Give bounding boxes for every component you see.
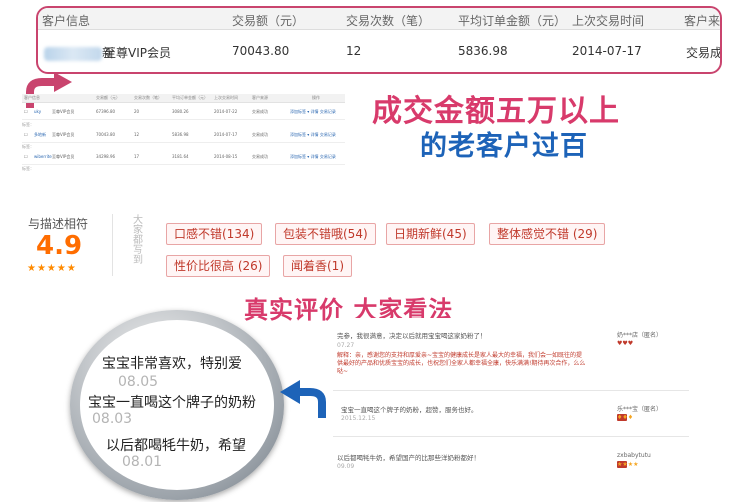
curved-arrow-icon [280,380,326,418]
review-text: 完参，我很满意，决定以后就用宝宝喝这家奶粉了！ [337,332,487,340]
seller-reply: 解释：亲，感谢您的支持和厚爱亲~宝宝的健康成长是家人最大的幸福，我们会一如既往的… [337,352,586,375]
review-list: 完参，我很满意，决定以后就用宝宝喝这家奶粉了！ 07.27 解释：亲，感谢您的支… [333,318,689,498]
review-tag[interactable]: 口感不错(134) [166,223,263,245]
trade-amount: 70043.80 [232,44,290,58]
rating-score: 4.9 [36,231,83,261]
table-row: 新 至尊VIP会员 70043.80 12 5836.98 2014-07-17… [38,40,720,64]
trade-status: 交易成 [686,46,722,60]
divider [333,436,689,437]
user-level-icon: ♥♥♥ [617,340,634,347]
tags-label: 大家都写到 [133,215,143,266]
row-actions-link[interactable]: 添加标签 ▾ 详情 交易记录 [290,132,336,138]
col-header-amount: 交易额（元） [232,14,305,28]
review-tag[interactable]: 包装不错哦(54) [275,223,376,245]
row-actions-link[interactable]: 添加标签 ▾ 详情 交易记录 [290,154,336,160]
mini-table-row: ☐ uky 至尊VIP会员 67396.80 20 3080.26 2014-0… [22,104,345,120]
col-header-source: 客户来 [684,14,721,28]
divider [112,214,113,276]
mini-table-header: 客户信息 交易额（元） 交易次数（笔） 平均订单金额（元） 上次交易时间 客户来… [22,94,345,103]
magnified-review-date: 08.01 [122,454,163,470]
avg-order: 5836.98 [458,44,508,58]
magnified-review-text: 宝宝一直喝这个牌子的奶粉 [88,395,256,411]
review-text: 以后都喝牦牛奶，希望国产的比那些洋奶粉都好！ [337,454,480,462]
review-tag[interactable]: 整体感觉不错 (29) [489,223,606,245]
review-date: 09.09 [337,463,355,470]
magnified-review-date: 08.05 [118,374,159,390]
trade-count: 12 [346,44,362,58]
table-header: 客户信息 交易额（元） 交易次数（笔） 平均订单金额（元） 上次交易时间 客户来 [38,8,720,30]
review-user: 奶***店（匿名） [617,332,663,339]
col-header-avg: 平均订单金额（元） [458,14,567,28]
rating-label: 与描述相符 [28,217,89,231]
col-header-customer: 客户信息 [42,14,91,28]
customer-list-thumbnail: 客户信息 交易额（元） 交易次数（笔） 平均订单金额（元） 上次交易时间 客户来… [22,94,345,174]
magnified-review-text: 以后都喝牦牛奶，希望 [106,438,246,454]
review-user: zxbabytutu [617,452,651,459]
customer-level: 至尊VIP会员 [104,46,171,60]
review-user: 乐***宝（匿名） [617,406,663,413]
review-text: 宝宝一直喝这个牌子的奶粉，超赞，服务也好。 [341,406,478,414]
col-header-last-date: 上次交易时间 [572,14,645,28]
mini-table-row: ☐ 多地新 至尊VIP会员 70043.80 12 5836.98 2014-0… [22,127,345,143]
review-date: 2015.12.15 [341,415,376,422]
col-header-count: 交易次数（笔） [346,14,431,28]
mini-table-row: ☐ wiberrite 至尊VIP会员 34298.96 17 3181.64 … [22,149,345,165]
last-trade-date: 2014-07-17 [572,44,642,58]
magnified-reviews: 宝宝非常喜欢，特别爱 08.05 宝宝一直喝这个牌子的奶粉 08.03 以后都喝… [80,320,274,490]
rating-stars-icon: ★★★★★ [27,263,77,274]
magnified-review-text: 宝宝非常喜欢，特别爱 [102,356,242,372]
blurred-name [44,46,102,61]
row-actions-link[interactable]: 添加标签 ▾ 详情 交易记录 [290,109,336,115]
divider [333,390,689,391]
headline-customers: 的老客户过百 [420,131,588,162]
customer-table-highlight: 客户信息 交易额（元） 交易次数（笔） 平均订单金额（元） 上次交易时间 客户来… [36,6,722,74]
review-date: 07.27 [337,342,355,349]
review-tag[interactable]: 性价比很高 (26) [166,255,271,277]
review-tag[interactable]: 闻着香(1) [283,255,352,277]
magnified-review-date: 08.03 [92,411,133,427]
review-tag[interactable]: 日期新鲜(45) [386,223,475,245]
